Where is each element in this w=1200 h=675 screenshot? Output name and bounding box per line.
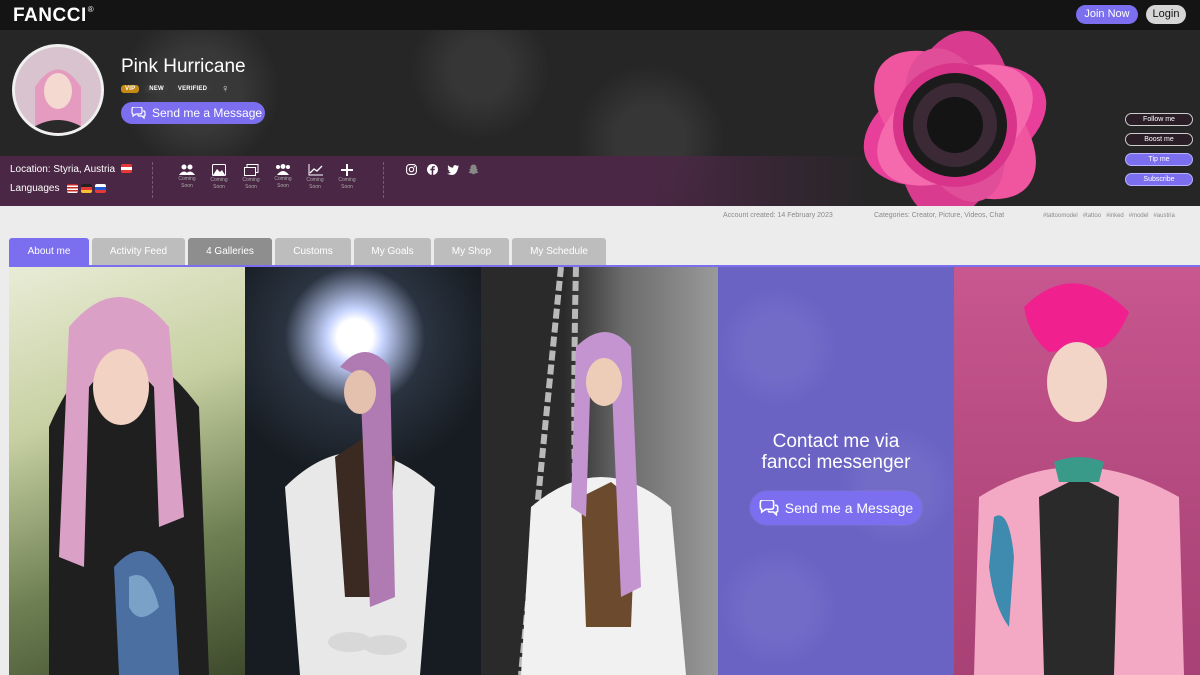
chart-icon	[308, 164, 323, 176]
more-tool[interactable]: Coming Soon	[333, 164, 361, 190]
account-created: Account created: 14 February 2023	[723, 212, 833, 219]
profile-banner: Pink Hurricane VIP NEW VERIFIED ♀ Send m…	[0, 30, 1200, 206]
tab-activity-feed[interactable]: Activity Feed	[92, 238, 185, 265]
instagram-icon[interactable]	[406, 164, 417, 175]
send-message-button[interactable]: Send me a Message	[121, 102, 265, 124]
profile-tabs: About me Activity Feed 4 Galleries Custo…	[9, 238, 606, 265]
coming-soon-label: Soon	[245, 184, 257, 190]
profile-name: Pink Hurricane	[121, 56, 246, 77]
hashtag[interactable]: #austria	[1153, 213, 1174, 219]
coming-soon-label: Coming	[210, 177, 228, 183]
gallery-photo[interactable]	[9, 267, 245, 675]
venus-icon: ♀	[221, 83, 230, 95]
profile-badges: VIP NEW VERIFIED ♀	[121, 83, 230, 95]
fancci-logo[interactable]: FANCCI®	[13, 5, 94, 27]
subscribe-button[interactable]: Subscribe	[1125, 173, 1193, 186]
group-icon	[276, 164, 290, 175]
languages-label: Languages	[10, 183, 60, 194]
gallery-photo[interactable]	[481, 267, 718, 675]
tab-galleries[interactable]: 4 Galleries	[188, 238, 272, 265]
divider	[152, 162, 153, 198]
contact-panel: Contact me via fancci messenger Send me …	[718, 267, 954, 675]
snapchat-icon[interactable]	[468, 164, 479, 175]
chat-bubbles-icon	[131, 107, 146, 119]
join-now-button[interactable]: Join Now	[1076, 5, 1138, 24]
tip-me-button[interactable]: Tip me	[1125, 153, 1193, 166]
coming-soon-label: Soon	[309, 184, 321, 190]
divider	[383, 162, 384, 198]
coming-soon-label: Soon	[341, 184, 353, 190]
verified-badge: VERIFIED	[173, 85, 212, 93]
location-label: Location: Styria, Austria	[10, 164, 116, 175]
send-message-label: Send me a Message	[152, 106, 263, 120]
germany-flag-icon	[80, 184, 92, 193]
russia-flag-icon	[94, 184, 106, 193]
tab-about-me[interactable]: About me	[9, 238, 89, 265]
profile-avatar[interactable]	[12, 44, 104, 136]
us-flag-icon	[66, 184, 78, 193]
users-icon	[179, 164, 195, 175]
coming-soon-label: Coming	[178, 176, 196, 182]
contact-line-2: fancci messenger	[761, 452, 911, 473]
pictures-tool[interactable]: Coming Soon	[205, 164, 233, 190]
community-tool[interactable]: Coming Soon	[269, 164, 297, 189]
tab-customs[interactable]: Customs	[275, 238, 351, 265]
hashtag[interactable]: #tattoomodel	[1043, 213, 1078, 219]
vip-badge: VIP	[121, 85, 140, 93]
photo-gallery: Contact me via fancci messenger Send me …	[9, 267, 1200, 675]
stats-tool[interactable]: Coming Soon	[301, 164, 329, 190]
hashtag[interactable]: #model	[1129, 213, 1149, 219]
location: Location: Styria, Austria	[10, 164, 132, 175]
coming-soon-label: Soon	[277, 183, 289, 189]
categories: Categories: Creator, Picture, Videos, Ch…	[874, 212, 1005, 219]
login-button[interactable]: Login	[1146, 5, 1186, 24]
contact-heading: Contact me via fancci messenger	[718, 431, 954, 473]
gallery-photo[interactable]	[954, 267, 1200, 675]
languages: Languages	[10, 183, 106, 194]
coming-soon-label: Coming	[274, 176, 292, 182]
contact-line-1: Contact me via	[772, 431, 900, 452]
gallery-photo[interactable]	[245, 267, 481, 675]
tab-my-schedule[interactable]: My Schedule	[512, 238, 606, 265]
follow-me-button[interactable]: Follow me	[1125, 113, 1193, 126]
hashtags: #tattoomodel #tattoo #inked #model #aust…	[1043, 213, 1175, 219]
chat-bubbles-icon	[759, 500, 779, 516]
new-badge: NEW	[145, 85, 168, 93]
coming-soon-label: Soon	[213, 184, 225, 190]
twitter-icon[interactable]	[447, 165, 459, 175]
send-message-large-label: Send me a Message	[784, 500, 914, 516]
hashtag[interactable]: #tattoo	[1083, 213, 1101, 219]
plus-icon	[341, 164, 353, 176]
coming-soon-label: Coming	[338, 177, 356, 183]
gallery-icon	[243, 164, 258, 176]
coming-soon-label: Soon	[181, 183, 193, 189]
followers-tool[interactable]: Coming Soon	[173, 164, 201, 189]
coming-soon-label: Coming	[306, 177, 324, 183]
top-nav: FANCCI® Join Now Login	[0, 0, 1200, 30]
galleries-tool[interactable]: Coming Soon	[237, 164, 265, 190]
hashtag[interactable]: #inked	[1106, 213, 1124, 219]
tab-my-goals[interactable]: My Goals	[354, 238, 431, 265]
boost-me-button[interactable]: Boost me	[1125, 133, 1193, 146]
picture-icon	[212, 164, 226, 176]
facebook-icon[interactable]	[427, 164, 438, 175]
send-message-large-button[interactable]: Send me a Message	[750, 491, 922, 525]
tab-my-shop[interactable]: My Shop	[434, 238, 509, 265]
austria-flag-icon	[120, 164, 132, 173]
coming-soon-label: Coming	[242, 177, 260, 183]
